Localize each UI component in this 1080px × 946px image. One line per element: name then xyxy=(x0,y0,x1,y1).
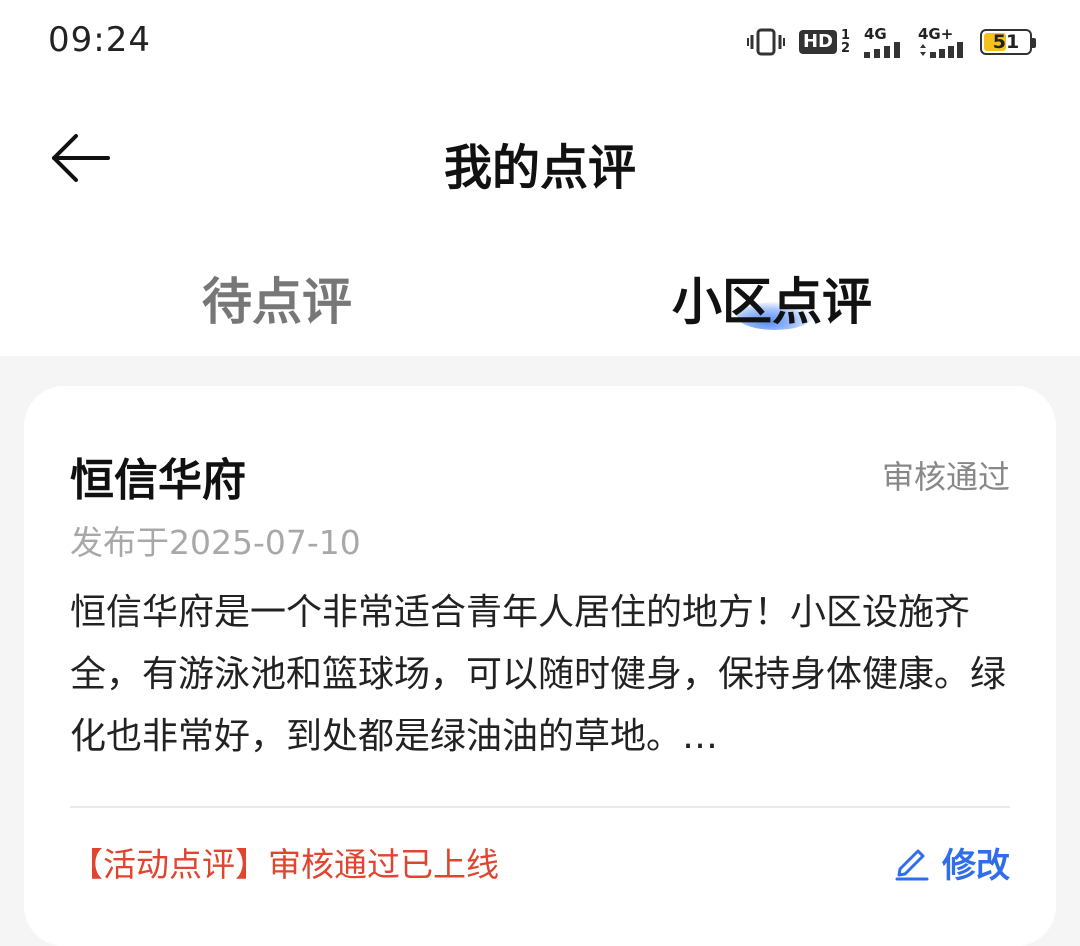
sim-numbers: 1 2 xyxy=(840,28,850,56)
status-time: 09:24 xyxy=(48,20,151,60)
divider xyxy=(70,806,1010,808)
edit-label: 修改 xyxy=(942,846,1010,886)
tab-community-review[interactable]: 小区点评 xyxy=(672,262,872,334)
battery-icon: 51 xyxy=(980,29,1036,55)
review-card[interactable]: 恒信华府 审核通过 发布于2025-07-10 恒信华府是一个非常适合青年人居住… xyxy=(24,386,1056,946)
signal-icon: 4G xyxy=(864,26,904,58)
publish-date: 发布于2025-07-10 xyxy=(70,523,361,562)
vibrate-icon xyxy=(746,27,785,57)
activity-note: 【活动点评】审核通过已上线 xyxy=(70,845,499,884)
edit-button[interactable]: 修改 xyxy=(892,838,1010,887)
battery-level: 51 xyxy=(992,31,1020,53)
review-status: 审核通过 xyxy=(881,458,1010,496)
page-title: 我的点评 xyxy=(443,140,636,196)
community-name: 恒信华府 xyxy=(70,455,246,506)
top-panel: 09:24 HD 1 2 4G 4G+ 51 我的点评 待点评 小区点评 xyxy=(0,0,1080,356)
hd-icon: HD xyxy=(798,30,837,54)
signal-icon-2: 4G+ xyxy=(918,26,966,58)
pencil-icon xyxy=(892,841,932,885)
tab-pending-review[interactable]: 待点评 xyxy=(202,262,352,334)
review-content: 恒信华府是一个非常适合青年人居住的地方！小区设施齐全，有游泳池和篮球场，可以随时… xyxy=(70,592,1007,757)
status-icons: HD 1 2 4G 4G+ 51 xyxy=(746,22,1036,62)
